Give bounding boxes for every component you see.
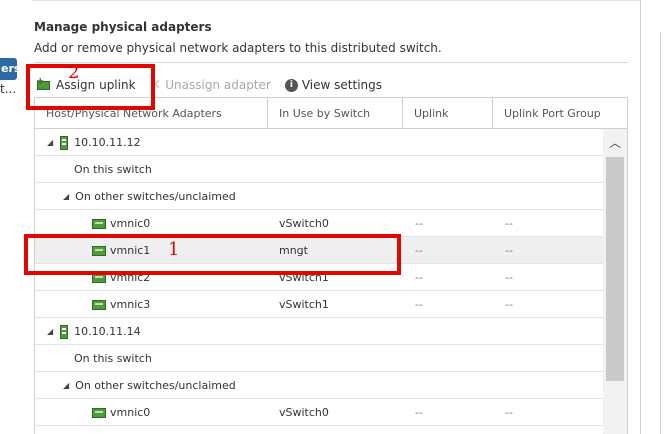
collapse-triangle-icon[interactable]: ◢ [47,138,53,147]
frame-right-border [640,0,641,434]
group-label: On this switch [74,163,152,176]
group-row-other-switches[interactable]: ◢ On other switches/unclaimed [35,372,603,399]
vertical-scrollbar[interactable]: ︿ [603,129,627,434]
column-header-uplink[interactable]: Uplink [403,98,493,129]
outer-frame-border [660,32,661,434]
in-use-switch: vSwitch1 [279,271,329,284]
grid-header: Host/Physical Network Adapters In Use by… [35,98,627,129]
in-use-switch: vSwitch0 [279,217,329,230]
group-label: On other switches/unclaimed [75,379,236,392]
nic-icon [92,245,106,256]
chevron-up-icon[interactable]: ︿ [603,129,627,156]
collapse-triangle-icon[interactable]: ◢ [47,327,53,336]
in-use-switch: vSwitch0 [279,406,329,419]
section-title: Manage physical adapters [34,20,212,34]
add-nic-icon: + [36,76,52,92]
adapter-name: vmnic0 [110,406,151,419]
uplink-value: -- [415,217,423,230]
adapters-grid: Host/Physical Network Adapters In Use by… [34,97,628,434]
adapter-name: vmnic1 [110,244,151,257]
nic-icon [92,272,106,283]
annotation-number-2: 2 [68,62,80,83]
left-nav-badge[interactable]: ers [0,58,20,80]
scrollbar-thumb[interactable] [606,157,624,381]
host-name: 10.10.11.14 [74,325,141,338]
host-row[interactable]: ◢ 10.10.11.14 [35,318,603,345]
left-panel-edge: ers t... [0,0,20,434]
toolbar-divider [34,62,628,63]
uplink-value: -- [415,271,423,284]
nic-icon [92,407,106,418]
column-header-uplink-port-group[interactable]: Uplink Port Group [493,98,627,129]
toolbar: + Assign uplink ✕ Unassign adapter i Vie… [36,74,396,96]
column-header-in-use-by-switch[interactable]: In Use by Switch [268,98,403,129]
in-use-switch: vSwitch1 [279,298,329,311]
adapter-row[interactable]: vmnic0 vSwitch0 -- -- [35,399,603,426]
uplink-value: -- [415,244,423,257]
left-nav-ellipsis: t... [0,82,17,96]
unassign-adapter-label: Unassign adapter [165,78,271,92]
group-label: On this switch [74,352,152,365]
uplink-port-group-value: -- [505,217,513,230]
adapter-row[interactable]: vmnic3 vSwitch1 -- -- [35,291,603,318]
adapter-row[interactable] [35,426,603,434]
uplink-port-group-value: -- [505,271,513,284]
grid-rows: ◢ 10.10.11.12 On this switch ◢ On other … [35,129,603,434]
unassign-adapter-button[interactable]: ✕ Unassign adapter [150,77,271,93]
uplink-value: -- [415,298,423,311]
uplink-port-group-value: -- [505,406,513,419]
adapter-name: vmnic0 [110,217,151,230]
adapter-name: vmnic2 [110,271,151,284]
uplink-port-group-value: -- [505,298,513,311]
view-settings-button[interactable]: i View settings [284,78,383,92]
group-row-on-this-switch[interactable]: On this switch [35,345,603,372]
nic-icon [92,218,106,229]
remove-x-icon: ✕ [149,77,162,93]
group-label: On other switches/unclaimed [75,190,236,203]
adapter-row[interactable]: vmnic0 vSwitch0 -- -- [35,210,603,237]
adapter-name: vmnic3 [110,298,151,311]
frame-top-border [32,0,640,1]
section-description: Add or remove physical network adapters … [34,41,442,55]
host-row[interactable]: ◢ 10.10.11.12 [35,129,603,156]
collapse-triangle-icon[interactable]: ◢ [63,381,69,390]
group-row-on-this-switch[interactable]: On this switch [35,156,603,183]
view-settings-label: View settings [301,78,383,92]
host-name: 10.10.11.12 [74,136,141,149]
adapter-row[interactable]: vmnic2 vSwitch1 -- -- [35,264,603,291]
uplink-port-group-value: -- [505,244,513,257]
assign-uplink-button[interactable]: + Assign uplink [36,76,136,92]
group-row-other-switches[interactable]: ◢ On other switches/unclaimed [35,183,603,210]
annotation-number-1: 1 [168,239,180,260]
in-use-switch: mngt [279,244,308,257]
column-header-host-adapters[interactable]: Host/Physical Network Adapters [35,98,268,129]
host-icon [59,135,69,150]
nic-icon [92,299,106,310]
adapter-row-selected[interactable]: vmnic1 mngt -- -- [35,237,603,264]
host-icon [59,324,69,339]
info-icon: i [284,78,298,92]
uplink-value: -- [415,406,423,419]
collapse-triangle-icon[interactable]: ◢ [63,192,69,201]
